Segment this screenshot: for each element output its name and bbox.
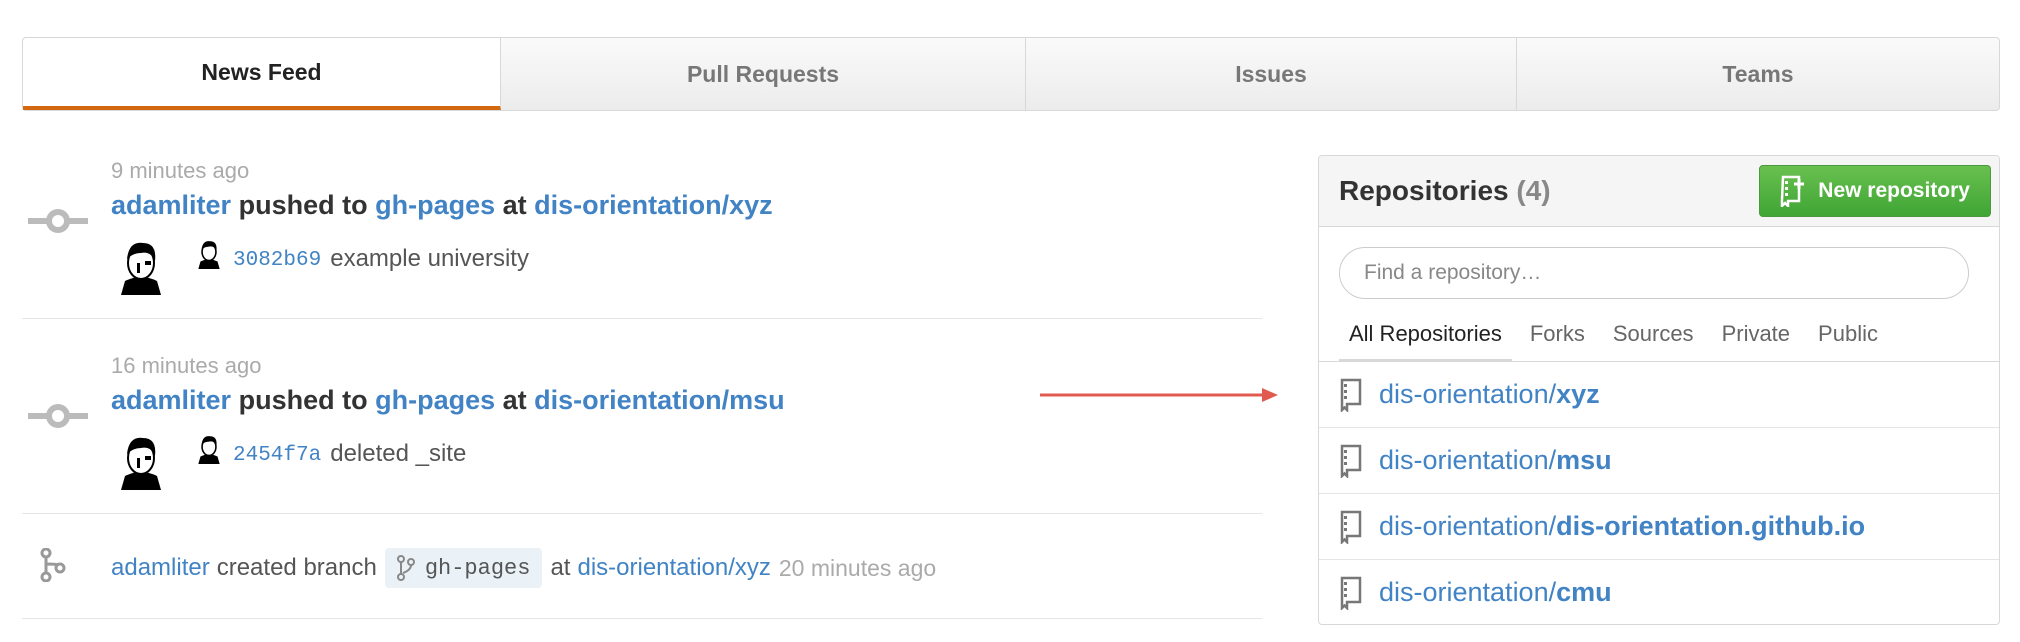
feed-at: at bbox=[502, 190, 527, 220]
feed-time: 16 minutes ago bbox=[111, 353, 262, 378]
filter-all-repositories[interactable]: All Repositories bbox=[1339, 313, 1512, 362]
git-branch-icon bbox=[396, 555, 415, 581]
feed-item-push: 9 minutes ago adamliter pushed to gh-pag… bbox=[22, 150, 1262, 319]
new-repository-button[interactable]: New repository bbox=[1759, 165, 1991, 217]
feed-time: 20 minutes ago bbox=[778, 554, 937, 581]
feed-verb: pushed to bbox=[238, 190, 368, 220]
tab-issues[interactable]: Issues bbox=[1026, 38, 1517, 110]
repository-name: cmu bbox=[1556, 577, 1612, 607]
repositories-panel: Repositories (4) New repository All Repo… bbox=[1318, 155, 2000, 625]
repo-icon bbox=[1340, 444, 1362, 478]
repo-link[interactable]: dis-orientation/msu bbox=[534, 385, 785, 415]
repo-icon bbox=[1340, 378, 1362, 412]
repository-owner: dis-orientation/ bbox=[1379, 379, 1557, 409]
avatar[interactable] bbox=[111, 235, 171, 300]
git-commit-icon bbox=[28, 401, 88, 436]
news-feed: 9 minutes ago adamliter pushed to gh-pag… bbox=[22, 150, 1262, 619]
new-repository-label: New repository bbox=[1818, 179, 1970, 202]
repository-item[interactable]: dis-orientation/msu bbox=[1319, 428, 1999, 494]
feed-title: adamliter pushed to gh-pages at dis-orie… bbox=[111, 385, 785, 416]
filter-forks[interactable]: Forks bbox=[1520, 313, 1595, 362]
commit-sha-link[interactable]: 2454f7a bbox=[233, 444, 321, 467]
repository-item[interactable]: dis-orientation/xyz bbox=[1319, 362, 1999, 428]
tab-news-feed[interactable]: News Feed bbox=[23, 38, 501, 110]
filter-sources[interactable]: Sources bbox=[1603, 313, 1704, 362]
repo-link[interactable]: dis-orientation/xyz bbox=[577, 554, 770, 582]
filter-public[interactable]: Public bbox=[1808, 313, 1888, 362]
dashboard-tabs: News Feed Pull Requests Issues Teams bbox=[22, 37, 2000, 111]
filter-private[interactable]: Private bbox=[1712, 313, 1800, 362]
feed-at: at bbox=[502, 385, 527, 415]
repository-item[interactable]: dis-orientation/dis-orientation.github.i… bbox=[1319, 494, 1999, 560]
tab-pull-requests[interactable]: Pull Requests bbox=[501, 38, 1026, 110]
repository-owner: dis-orientation/ bbox=[1379, 445, 1557, 475]
commit-sha-link[interactable]: 3082b69 bbox=[233, 249, 321, 272]
repositories-title-text: Repositories bbox=[1339, 175, 1509, 206]
user-link[interactable]: adamliter bbox=[111, 385, 231, 415]
find-repository-input[interactable] bbox=[1339, 247, 1969, 299]
user-link[interactable]: adamliter bbox=[111, 190, 231, 220]
repositories-filter-area: All Repositories Forks Sources Private P… bbox=[1319, 227, 1999, 362]
commit-row: 2454f7a deleted _site bbox=[111, 430, 466, 495]
branch-link[interactable]: gh-pages bbox=[375, 385, 495, 415]
repo-link[interactable]: dis-orientation/xyz bbox=[534, 190, 773, 220]
branch-link[interactable]: gh-pages bbox=[375, 190, 495, 220]
repository-owner: dis-orientation/ bbox=[1379, 577, 1557, 607]
repo-icon bbox=[1340, 510, 1362, 544]
branch-chip[interactable]: gh-pages bbox=[384, 548, 543, 588]
avatar-small[interactable] bbox=[171, 432, 225, 495]
repository-item[interactable]: dis-orientation/cmu bbox=[1319, 560, 1999, 624]
repo-icon bbox=[1340, 576, 1362, 610]
repository-filters: All Repositories Forks Sources Private P… bbox=[1339, 313, 1896, 362]
repo-create-icon bbox=[1781, 175, 1805, 207]
commit-message: example university bbox=[330, 245, 529, 272]
branch-name: gh-pages bbox=[424, 555, 531, 581]
feed-at: at bbox=[550, 554, 571, 581]
tab-teams[interactable]: Teams bbox=[1517, 38, 1999, 110]
repositories-count: (4) bbox=[1516, 175, 1551, 206]
avatar-small[interactable] bbox=[171, 237, 225, 300]
feed-item-push: 16 minutes ago adamliter pushed to gh-pa… bbox=[22, 319, 1262, 514]
repository-name: dis-orientation.github.io bbox=[1556, 511, 1866, 541]
feed-time: 9 minutes ago bbox=[111, 158, 250, 183]
commit-row: 3082b69 example university bbox=[111, 235, 529, 300]
repositories-header: Repositories (4) New repository bbox=[1319, 156, 1999, 227]
repositories-title: Repositories (4) bbox=[1339, 175, 1551, 207]
user-link[interactable]: adamliter bbox=[111, 554, 210, 582]
feed-verb: created branch bbox=[216, 554, 377, 581]
repository-name: xyz bbox=[1556, 379, 1600, 409]
annotation-arrow bbox=[1040, 388, 1278, 402]
git-branch-icon bbox=[40, 547, 66, 587]
avatar[interactable] bbox=[111, 430, 171, 495]
feed-title: adamliter pushed to gh-pages at dis-orie… bbox=[111, 190, 773, 221]
feed-item-create-branch: adamliter created branch gh-pages at dis… bbox=[22, 514, 1262, 619]
feed-branch-line: adamliter created branch gh-pages at dis… bbox=[111, 548, 936, 588]
git-commit-icon bbox=[28, 206, 88, 241]
feed-verb: pushed to bbox=[238, 385, 368, 415]
repository-owner: dis-orientation/ bbox=[1379, 511, 1557, 541]
repository-name: msu bbox=[1556, 445, 1612, 475]
commit-message: deleted _site bbox=[330, 440, 467, 467]
